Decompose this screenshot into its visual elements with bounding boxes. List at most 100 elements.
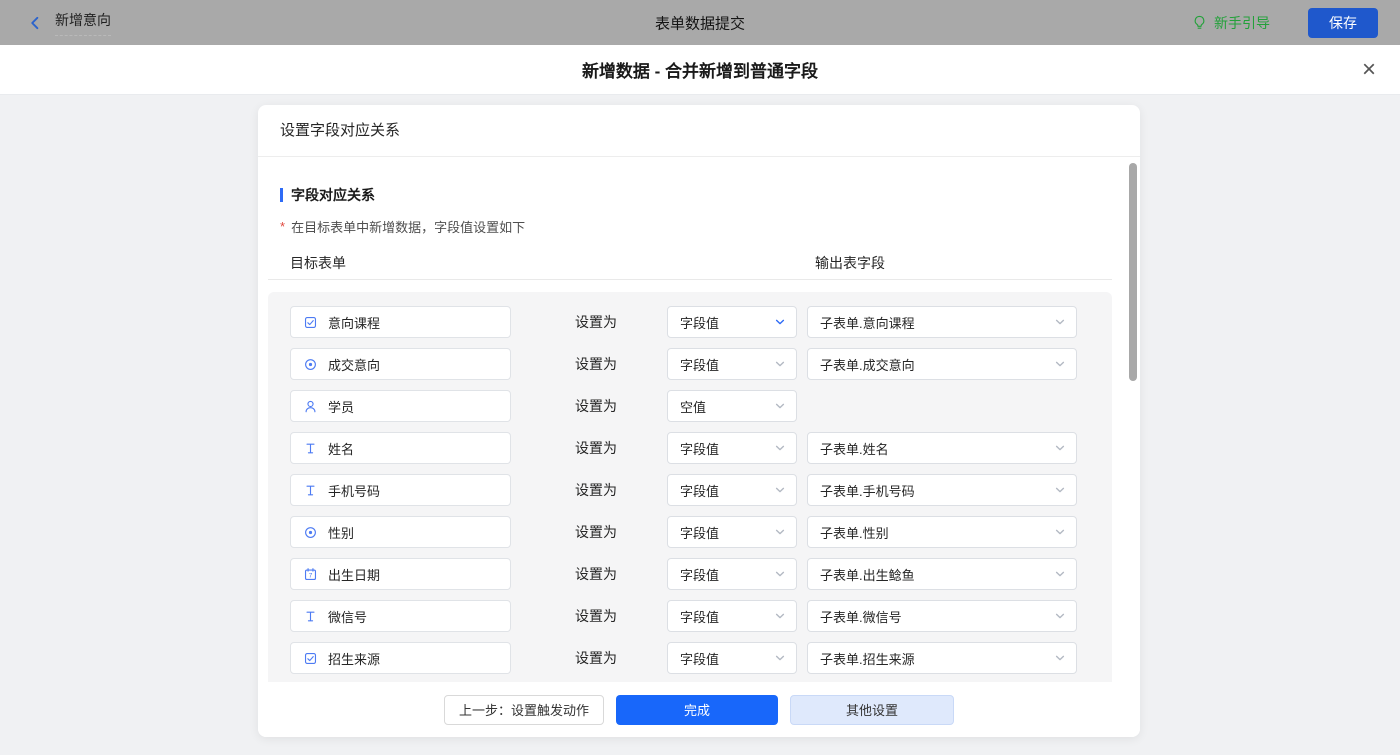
- back-label[interactable]: 新增意向: [55, 10, 111, 36]
- chevron-down-icon: [774, 442, 786, 454]
- card-title: 设置字段对应关系: [258, 105, 1140, 157]
- set-as-label: 设置为: [575, 558, 617, 590]
- value-type-select[interactable]: 字段值: [667, 600, 797, 632]
- output-field-value: 子表单.成交意向: [820, 355, 1054, 374]
- field-mapping-row: 性别 设置为 字段值 子表单.性别: [290, 516, 1112, 548]
- value-type-select[interactable]: 字段值: [667, 642, 797, 674]
- topbar-back[interactable]: 新增意向: [28, 10, 111, 36]
- section-title-label: 字段对应关系: [291, 185, 375, 205]
- beginner-guide-link[interactable]: 新手引导: [1192, 13, 1270, 33]
- value-type-value: 字段值: [680, 565, 774, 584]
- value-type-select[interactable]: 字段值: [667, 558, 797, 590]
- output-field-value: 子表单.微信号: [820, 607, 1054, 626]
- person-icon: [303, 399, 318, 414]
- chevron-down-icon: [1054, 526, 1066, 538]
- output-field-value: 子表单.性别: [820, 523, 1054, 542]
- value-type-value: 字段值: [680, 439, 774, 458]
- set-as-label: 设置为: [575, 390, 617, 422]
- section-accent-bar: [280, 188, 283, 202]
- field-mapping-row: 成交意向 设置为 字段值 子表单.成交意向: [290, 348, 1112, 380]
- set-as-label: 设置为: [575, 306, 617, 338]
- text-icon: [303, 441, 318, 456]
- field-mapping-row: 学员 设置为 空值: [290, 390, 1112, 422]
- output-field-select[interactable]: 子表单.招生来源: [807, 642, 1077, 674]
- source-field-box[interactable]: 招生来源: [290, 642, 511, 674]
- source-field-label: 手机号码: [328, 481, 380, 500]
- done-button[interactable]: 完成: [616, 695, 778, 725]
- text-icon: [303, 483, 318, 498]
- column-headers: 目标表单 输出表字段: [280, 253, 1118, 271]
- output-field-select[interactable]: 子表单.出生鲶鱼: [807, 558, 1077, 590]
- output-field-value: 子表单.出生鲶鱼: [820, 565, 1054, 584]
- lightbulb-icon: [1192, 15, 1207, 30]
- source-field-box[interactable]: 7 出生日期: [290, 558, 511, 590]
- chevron-down-icon: [774, 400, 786, 412]
- source-field-box[interactable]: 手机号码: [290, 474, 511, 506]
- output-field-value: 子表单.招生来源: [820, 649, 1054, 668]
- set-as-label: 设置为: [575, 474, 617, 506]
- topbar: 新增意向 表单数据提交 新手引导 保存: [0, 0, 1400, 45]
- output-field-value: 子表单.手机号码: [820, 481, 1054, 500]
- column-header-target-form: 目标表单: [290, 255, 346, 271]
- source-field-label: 性别: [328, 523, 354, 542]
- value-type-select[interactable]: 空值: [667, 390, 797, 422]
- value-type-value: 字段值: [680, 481, 774, 500]
- chevron-down-icon: [774, 568, 786, 580]
- source-field-box[interactable]: 意向课程: [290, 306, 511, 338]
- modal-header: 新增数据 - 合并新增到普通字段 ×: [0, 45, 1400, 95]
- chevron-down-icon: [1054, 568, 1066, 580]
- value-type-select[interactable]: 字段值: [667, 348, 797, 380]
- set-as-label: 设置为: [575, 432, 617, 464]
- calendar-icon: 7: [303, 567, 318, 582]
- radio-icon: [303, 357, 318, 372]
- output-field-select[interactable]: 子表单.微信号: [807, 600, 1077, 632]
- source-field-box[interactable]: 学员: [290, 390, 511, 422]
- card-body: 字段对应关系 * 在目标表单中新增数据，字段值设置如下 目标表单 输出表字段 意…: [258, 157, 1140, 737]
- modal-body: 设置字段对应关系 字段对应关系 * 在目标表单中新增数据，字段值设置如下 目标表…: [0, 95, 1400, 755]
- field-mapping-card: 设置字段对应关系 字段对应关系 * 在目标表单中新增数据，字段值设置如下 目标表…: [258, 105, 1140, 737]
- save-button[interactable]: 保存: [1308, 8, 1378, 38]
- checkbox-icon: [303, 651, 318, 666]
- output-field-select[interactable]: 子表单.手机号码: [807, 474, 1077, 506]
- screen: 新增意向 表单数据提交 新手引导 保存 新增数据 - 合并新增到普通字段 × 设…: [0, 0, 1400, 755]
- topbar-actions: 新手引导 保存: [1192, 8, 1378, 38]
- value-type-select[interactable]: 字段值: [667, 432, 797, 464]
- field-mapping-row: 招生来源 设置为 字段值 子表单.招生来源: [290, 642, 1112, 674]
- topbar-title: 表单数据提交: [655, 12, 745, 33]
- output-field-value: 子表单.姓名: [820, 439, 1054, 458]
- close-icon[interactable]: ×: [1362, 58, 1376, 82]
- field-mapping-row: 微信号 设置为 字段值 子表单.微信号: [290, 600, 1112, 632]
- output-field-select[interactable]: 子表单.意向课程: [807, 306, 1077, 338]
- checkbox-icon: [303, 315, 318, 330]
- output-field-select[interactable]: 子表单.成交意向: [807, 348, 1077, 380]
- scrollbar-thumb[interactable]: [1129, 163, 1137, 381]
- source-field-box[interactable]: 姓名: [290, 432, 511, 464]
- source-field-label: 学员: [328, 397, 354, 416]
- output-field-select[interactable]: 子表单.姓名: [807, 432, 1077, 464]
- field-mapping-row: 手机号码 设置为 字段值 子表单.手机号码: [290, 474, 1112, 506]
- set-as-label: 设置为: [575, 516, 617, 548]
- prev-step-button[interactable]: 上一步：设置触发动作: [444, 695, 604, 725]
- field-mapping-row: 7 出生日期 设置为 字段值 子表单.出生鲶鱼: [290, 558, 1112, 590]
- source-field-box[interactable]: 成交意向: [290, 348, 511, 380]
- chevron-down-icon: [1054, 316, 1066, 328]
- field-mapping-row: 姓名 设置为 字段值 子表单.姓名: [290, 432, 1112, 464]
- field-mapping-row: 意向课程 设置为 字段值 子表单.意向课程: [290, 306, 1112, 338]
- other-settings-button[interactable]: 其他设置: [790, 695, 954, 725]
- value-type-value: 字段值: [680, 523, 774, 542]
- value-type-select[interactable]: 字段值: [667, 516, 797, 548]
- back-chevron-icon[interactable]: [28, 15, 43, 31]
- value-type-value: 字段值: [680, 649, 774, 668]
- rows-panel: 意向课程 设置为 字段值 子表单.意向课程 成交意向 设置为 字段值 子表单.成…: [268, 292, 1112, 691]
- note-text: 在目标表单中新增数据，字段值设置如下: [291, 217, 525, 236]
- required-asterisk: *: [280, 219, 285, 234]
- set-as-label: 设置为: [575, 600, 617, 632]
- value-type-select[interactable]: 字段值: [667, 474, 797, 506]
- value-type-select[interactable]: 字段值: [667, 306, 797, 338]
- source-field-box[interactable]: 微信号: [290, 600, 511, 632]
- output-field-select[interactable]: 子表单.性别: [807, 516, 1077, 548]
- set-as-label: 设置为: [575, 642, 617, 674]
- set-as-label: 设置为: [575, 348, 617, 380]
- value-type-value: 字段值: [680, 355, 774, 374]
- source-field-box[interactable]: 性别: [290, 516, 511, 548]
